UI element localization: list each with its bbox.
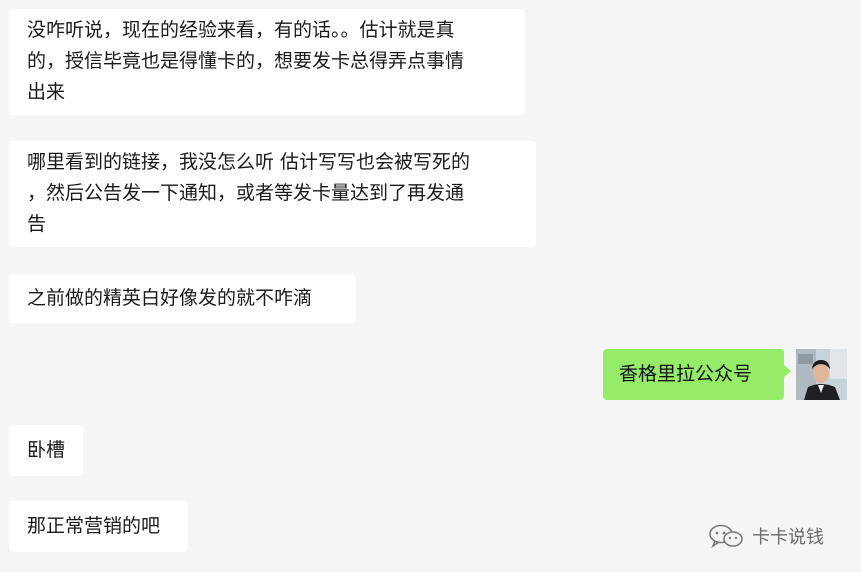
message-bubble-outgoing[interactable]: 香格里拉公众号 bbox=[603, 349, 791, 400]
message-bubble-incoming[interactable]: 没咋听说，现在的经验来看，有的话。。估计就是真 的，授信毕竟也是得懂卡的，想要发… bbox=[9, 9, 525, 115]
message-bubble-incoming[interactable]: 卧槽 bbox=[9, 425, 83, 476]
chat-area: 没咋听说，现在的经验来看，有的话。。估计就是真 的，授信毕竟也是得懂卡的，想要发… bbox=[0, 0, 861, 572]
watermark-text: 卡卡说钱 bbox=[752, 527, 824, 548]
wechat-icon bbox=[709, 524, 743, 549]
avatar[interactable] bbox=[796, 349, 847, 400]
message-bubble-incoming[interactable]: 之前做的精英白好像发的就不咋滴 bbox=[9, 274, 356, 323]
watermark: 卡卡说钱 bbox=[708, 521, 824, 551]
avatar-photo bbox=[796, 349, 847, 400]
message-bubble-incoming[interactable]: 那正常营销的吧 bbox=[9, 501, 188, 552]
message-bubble-incoming[interactable]: 哪里看到的链接，我没怎么听 估计写写也会被写死的 ，然后公告发一下通知，或者等发… bbox=[9, 141, 536, 247]
